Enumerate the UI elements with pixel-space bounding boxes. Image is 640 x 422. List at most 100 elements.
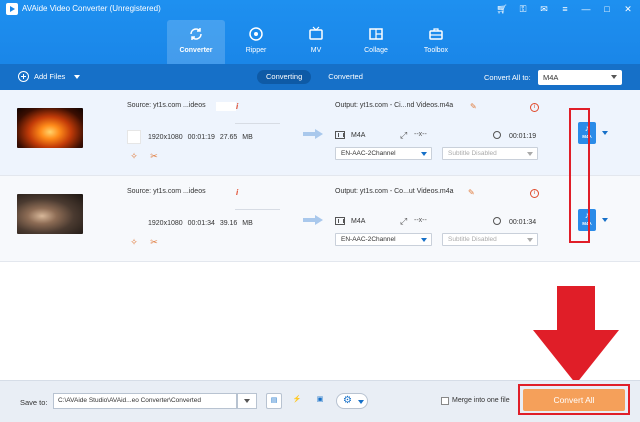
source-meta: 1920x1080 00:01:34 39.16 MB [148,220,253,227]
format-highlight-box [569,108,590,243]
output-name: Output: yt1s.com - Ci...nd Videos.m4a [335,102,454,109]
output-duration: 00:01:19 [508,133,537,140]
info-icon[interactable]: i [236,102,238,111]
hardware-accel-off-icon[interactable]: ⚡ [289,393,305,409]
source-size: 39.16 MB [219,220,253,227]
red-arrow-annotation [533,286,619,384]
chevron-down-icon [358,400,364,404]
folder-icon[interactable]: ▤ [266,393,282,409]
output-resolution: --x-- [414,131,427,138]
output-format-label: M4A [351,217,366,225]
gear-icon: ⚙ [343,395,352,406]
scissors-icon[interactable]: ✂ [149,151,159,161]
tab-label: Ripper [245,47,267,54]
save-to-label: Save to: [20,398,48,407]
chevron-down-icon [421,152,427,156]
audio-track-select[interactable]: EN-AAC-2Channel [335,147,432,160]
info-icon[interactable]: i [236,188,238,197]
main-tabs: Converter Ripper MV Collage Toolbox [167,20,467,64]
tab-mv[interactable]: MV [287,20,345,64]
audio-track-value: EN-AAC-2Channel [341,236,396,243]
output-duration-group: 00:01:34 [493,217,536,226]
close-icon[interactable]: ✕ [622,3,634,15]
subtitle-select[interactable]: Subtitle Disabled [442,147,538,160]
merge-checkbox[interactable] [441,397,449,405]
enhance-icon[interactable]: ✧ [129,151,139,161]
gpu-on-icon[interactable]: ▣ [312,393,328,409]
video-thumbnail[interactable] [17,194,83,234]
chevron-down-icon[interactable] [602,131,608,135]
source-name: Source: yt1s.com ...ideos [127,188,206,195]
disc-icon [248,26,264,42]
maximize-icon[interactable]: □ [601,3,613,15]
add-files-button[interactable]: Add Files [18,71,81,82]
key-icon[interactable]: ⚿ [517,3,529,15]
settings-button[interactable]: ⚙ [336,393,368,409]
name-mask [216,102,236,111]
chevron-down-icon[interactable] [602,218,608,222]
tab-converted[interactable]: Converted [319,70,372,84]
edit-icon[interactable]: ✎ [470,102,477,111]
menu-icon[interactable]: ≡ [559,3,571,15]
cart-icon[interactable]: 🛒︎ [496,3,508,15]
tab-label: Collage [364,47,388,54]
subtitle-select[interactable]: Subtitle Disabled [442,233,538,246]
output-duration-group: 00:01:19 [493,131,536,140]
source-name: Source: yt1s.com ...ideos [127,102,206,109]
convert-all-button[interactable]: Convert All [523,389,625,411]
output-format-select[interactable]: M4A [538,70,622,85]
output-resolution: --x-- [414,217,427,224]
chevron-down-icon[interactable] [74,74,81,79]
edit-icon[interactable]: ✎ [468,188,475,197]
tab-label: Converter [179,47,213,54]
video-thumbnail[interactable] [17,108,83,148]
film-icon [335,131,345,139]
output-info-icon[interactable]: i [530,189,539,198]
tab-label: MV [310,47,322,54]
row-actions: ✧ ✂ [129,151,159,161]
plus-icon [18,71,29,82]
output-duration: 00:01:34 [508,219,537,226]
save-path-field[interactable]: C:\AVAide Studio\AVAid...eo Converter\Co… [53,393,237,409]
source-resolution: 1920x1080 [148,220,183,227]
chevron-down-icon [527,152,533,156]
save-path-dropdown[interactable] [237,393,257,409]
tab-converter[interactable]: Converter [167,20,225,64]
audio-track-select[interactable]: EN-AAC-2Channel [335,233,432,246]
source-resolution: 1920x1080 [148,134,183,141]
arrow-shaft [557,286,595,330]
file-type-icon [127,130,141,144]
enhance-icon[interactable]: ✧ [129,237,139,247]
expand-icon: ⤢ [400,216,408,226]
source-duration: 00:01:34 [187,220,215,227]
tab-ripper[interactable]: Ripper [227,20,285,64]
output-format-label: M4A [351,131,366,139]
app-logo-icon [6,3,18,15]
arrow-right-icon [303,129,323,139]
minimize-icon[interactable]: — [580,3,592,15]
row-actions: ✧ ✂ [129,237,159,247]
chat-icon[interactable]: ✉ [538,3,550,15]
output-format: M4A [335,131,365,139]
file-row: Source: yt1s.com ...ideos i 1920x1080 00… [0,176,640,262]
arrow-head [533,330,619,384]
convert-all-to-label: Convert All to: [484,73,531,82]
audio-track-value: EN-AAC-2Channel [341,150,396,157]
chevron-down-icon [421,238,427,242]
clock-icon [493,217,501,225]
window-controls: 🛒︎ ⚿ ✉ ≡ — □ ✕ [496,3,634,15]
tab-converting[interactable]: Converting [257,70,312,84]
tab-collage[interactable]: Collage [347,20,405,64]
collage-icon [368,26,384,42]
scissors-icon[interactable]: ✂ [149,237,159,247]
clock-icon [493,131,501,139]
output-info-icon[interactable]: i [530,103,539,112]
chevron-down-icon [527,238,533,242]
chevron-down-icon [611,75,617,79]
status-segment: Converting Converted [257,70,372,84]
divider [235,209,280,210]
divider [235,123,280,124]
subtitle-value: Subtitle Disabled [448,236,497,243]
tab-toolbox[interactable]: Toolbox [407,20,465,64]
converter-toolbar: Add Files Converting Converted Convert A… [0,64,640,90]
